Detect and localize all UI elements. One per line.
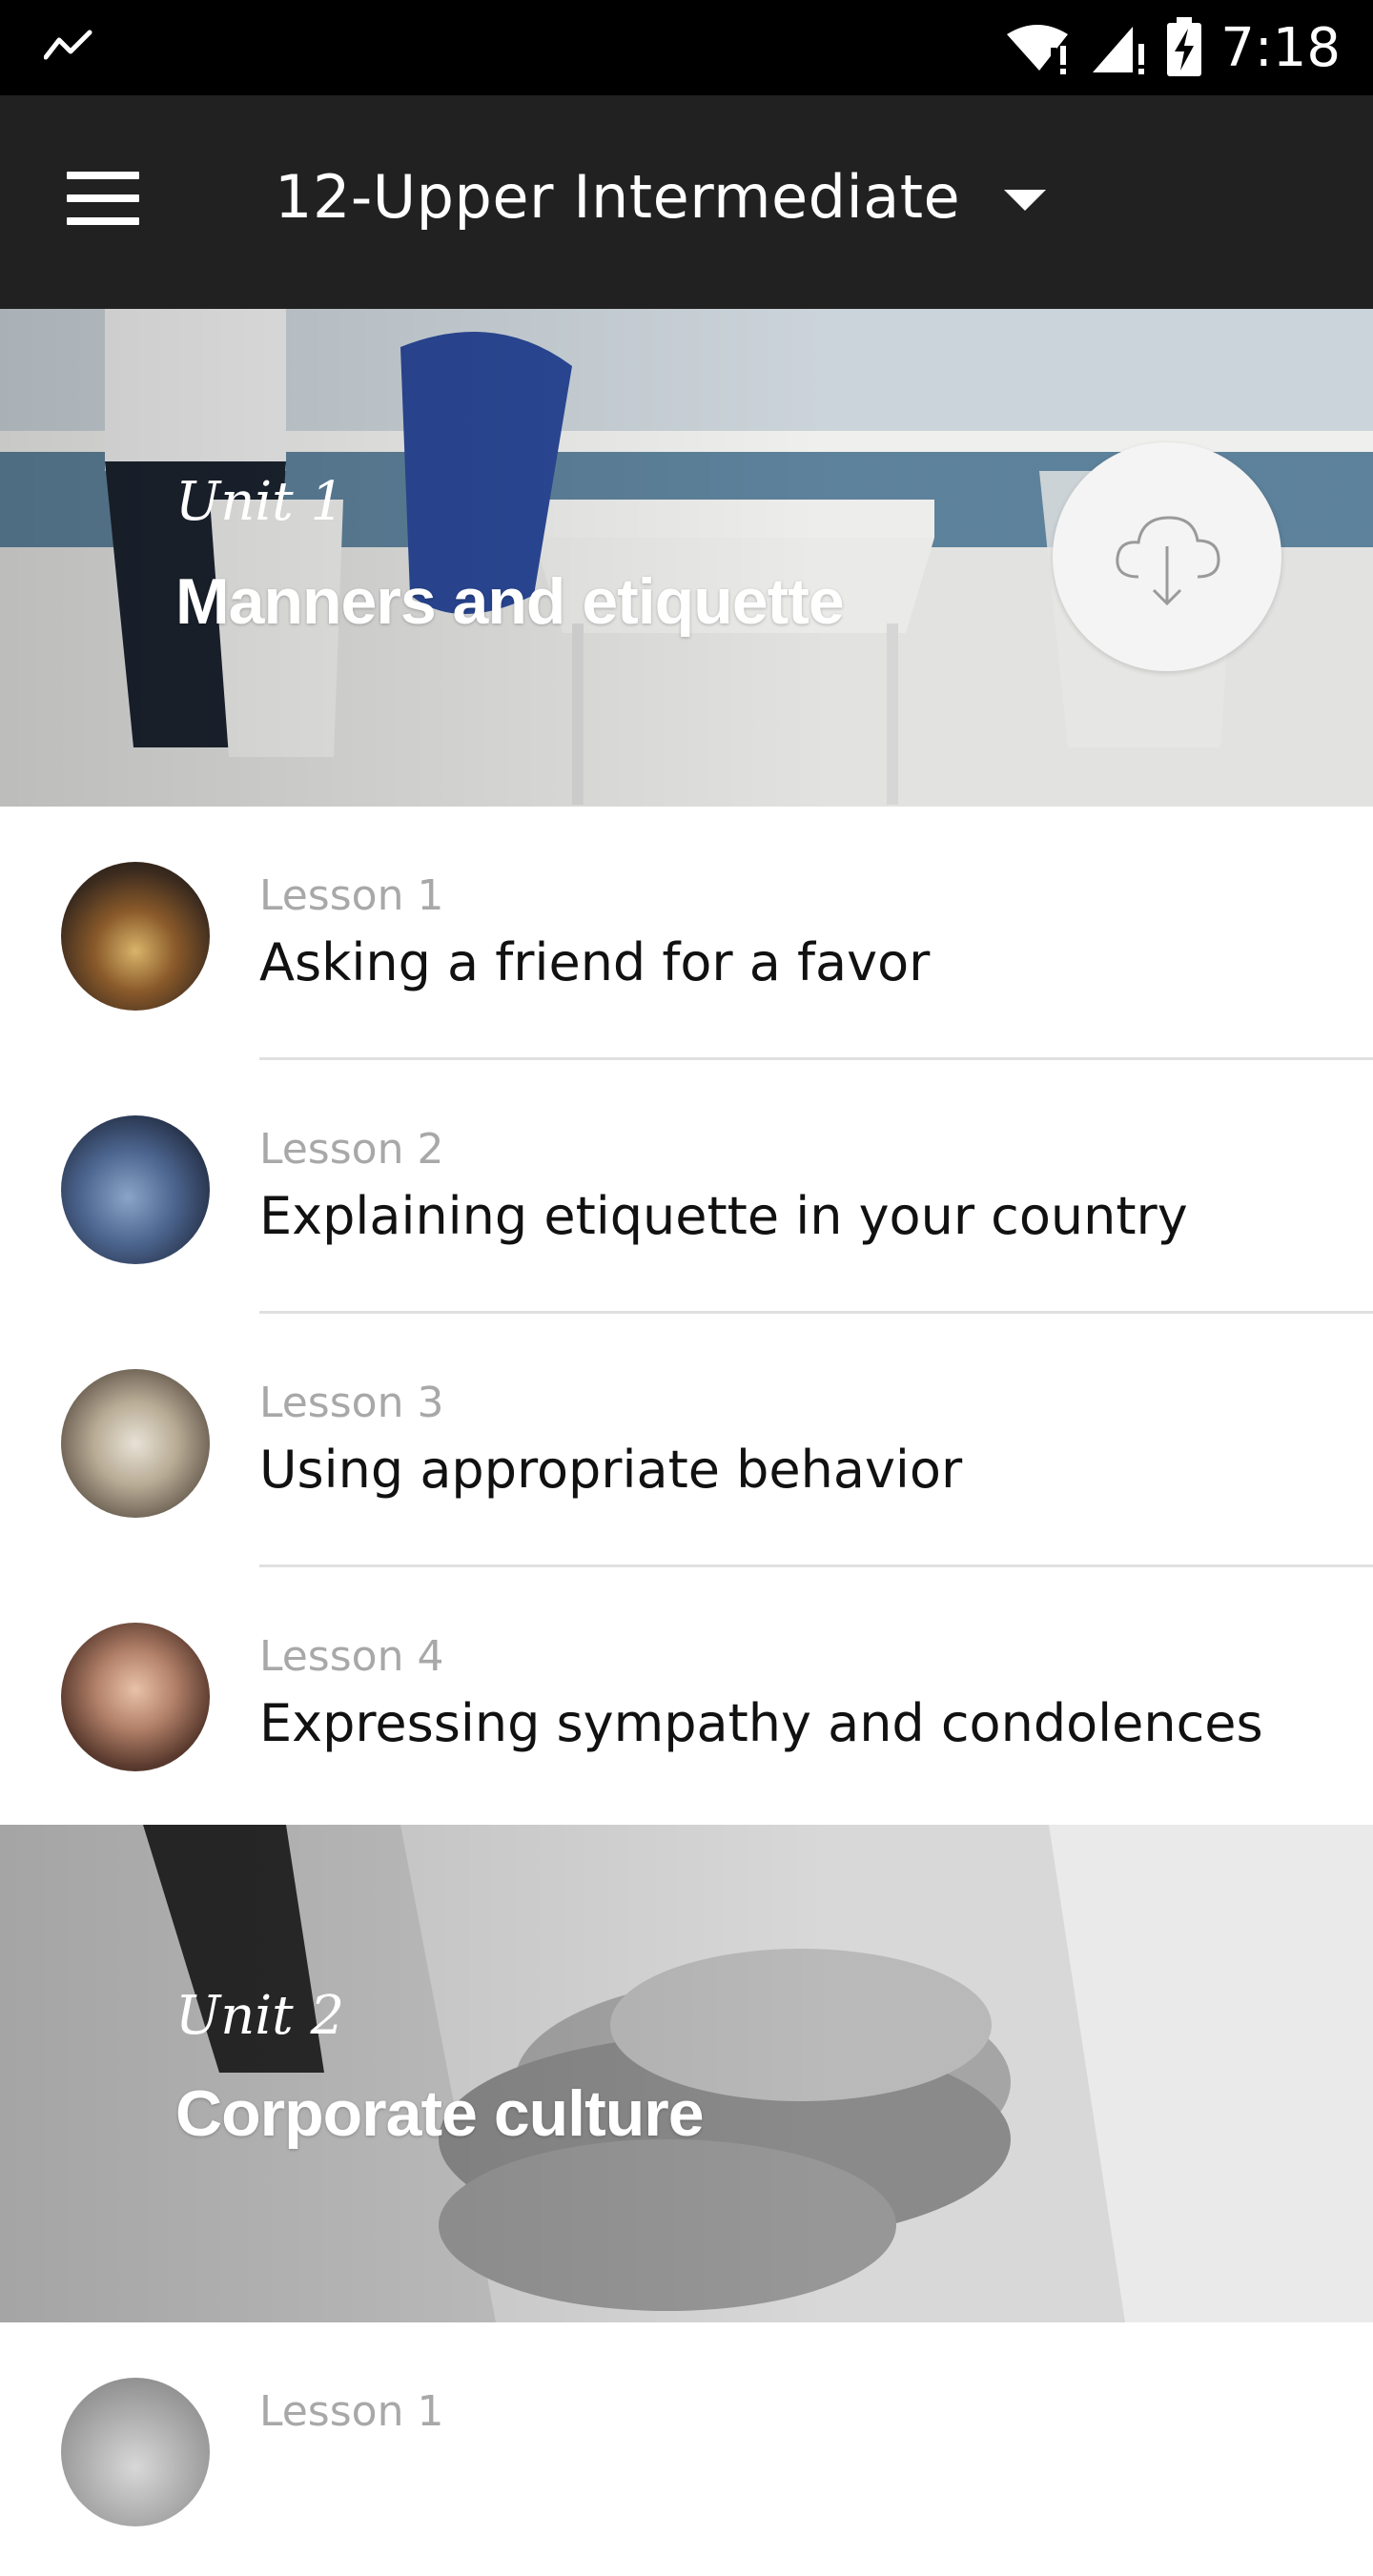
unit-title: Manners and etiquette [175,565,845,638]
lesson-title: Asking a friend for a favor [259,932,931,992]
unit-banner-1[interactable]: Unit 1 Manners and etiquette [0,309,1373,807]
app-bar: 12-Upper Intermediate [0,95,1373,309]
lesson-number: Lesson 1 [259,871,444,920]
unit-number: Unit 2 [175,1985,345,2047]
lesson-item[interactable]: Lesson 2 Explaining etiquette in your co… [0,1060,1373,1314]
lesson-title: Using appropriate behavior [259,1440,963,1500]
activity-icon [44,30,92,60]
lesson-thumbnail [61,1115,210,1264]
app-title: 12-Upper Intermediate [275,162,961,232]
dropdown-caret-icon [1004,189,1047,211]
lesson-number: Lesson 4 [259,1632,444,1681]
lesson-thumbnail [61,2378,210,2526]
status-bar: 7:18 [0,0,1373,95]
lesson-item[interactable]: Lesson 3 Using appropriate behavior [0,1314,1373,1567]
lesson-item[interactable]: Lesson 4 Expressing sympathy and condole… [0,1567,1373,1821]
lesson-number: Lesson 1 [259,2387,444,2436]
lesson-title: Expressing sympathy and condolences [259,1693,1263,1753]
lesson-number: Lesson 3 [259,1379,444,1427]
lesson-thumbnail [61,862,210,1011]
lesson-item[interactable]: Lesson 1 Asking a friend for a favor [0,807,1373,1060]
download-button[interactable] [1053,442,1281,671]
lesson-item[interactable]: Lesson 1 [0,2322,1373,2576]
cloud-download-icon [1116,516,1220,606]
lesson-thumbnail [61,1369,210,1518]
lesson-title: Explaining etiquette in your country [259,1186,1188,1246]
lesson-number: Lesson 2 [259,1125,444,1174]
unit-banner-2[interactable]: Unit 2 Corporate culture [0,1825,1373,2322]
unit-title: Corporate culture [175,2077,705,2150]
hamburger-icon[interactable] [67,172,139,225]
wifi-alert-icon [1007,25,1069,74]
signal-alert-icon [1093,27,1145,74]
lesson-thumbnail [61,1623,210,1771]
banner-shade [0,1825,1373,2322]
status-icons: 7:18 [1005,16,1341,79]
battery-charging-icon [1167,17,1202,76]
unit-number: Unit 1 [175,471,345,533]
status-time: 7:18 [1220,16,1341,79]
level-selector[interactable]: 12-Upper Intermediate [275,162,1047,232]
